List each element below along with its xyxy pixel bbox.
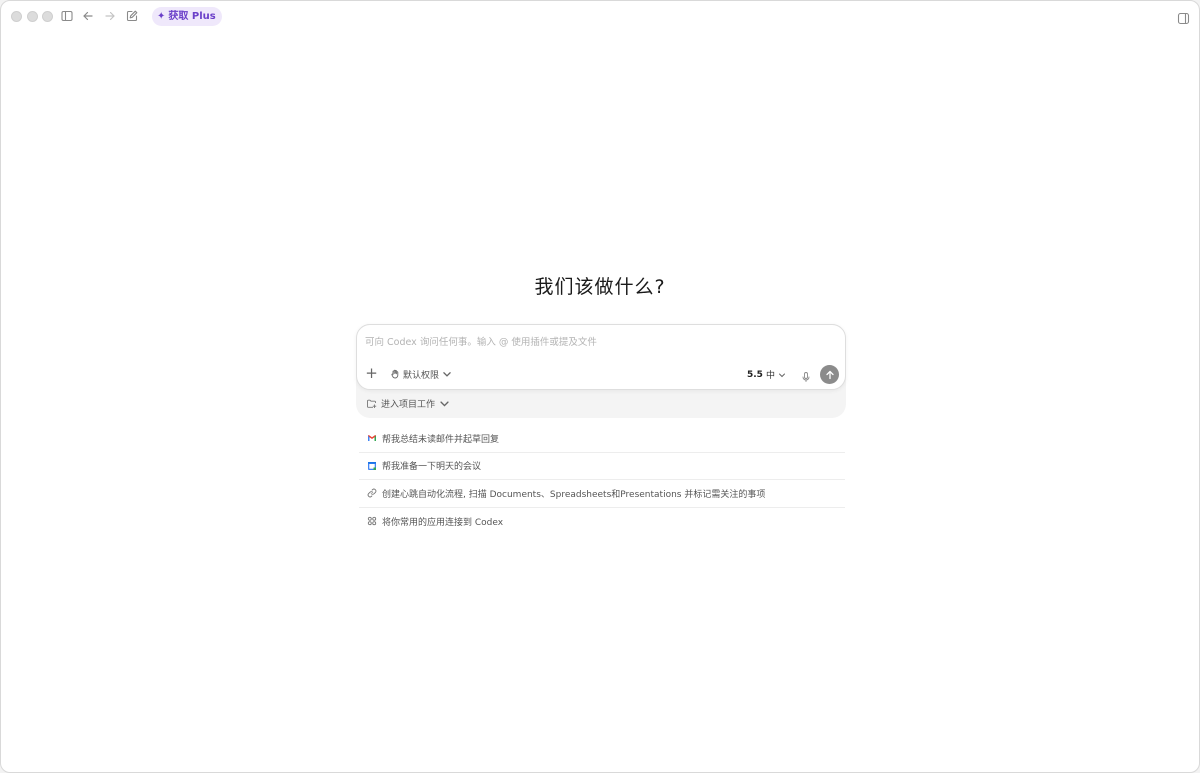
close-window-button[interactable] [11, 11, 22, 22]
suggestion-item[interactable]: 帮我准备一下明天的会议 [359, 453, 845, 480]
suggestion-list: 帮我总结未读邮件并起草回复 帮我准备一下明天的会议 创建心跳自动化流程, 扫描 … [359, 425, 845, 535]
minimize-window-button[interactable] [27, 11, 38, 22]
zoom-window-button[interactable] [42, 11, 53, 22]
suggestion-text: 将你常用的应用连接到 Codex [382, 517, 504, 528]
sidebar-toggle-icon[interactable] [60, 9, 74, 23]
get-plus-button[interactable]: ✦ 获取 Plus [152, 7, 222, 26]
new-chat-icon[interactable] [125, 9, 139, 23]
arrow-up-icon [825, 370, 834, 379]
suggestion-text: 帮我准备一下明天的会议 [382, 462, 482, 473]
link-icon [367, 488, 377, 498]
add-attachment-icon[interactable]: + [365, 366, 378, 381]
chevron-down-icon [443, 372, 451, 377]
forward-arrow-icon[interactable] [103, 9, 117, 23]
suggestion-item[interactable]: 帮我总结未读邮件并起草回复 [359, 425, 845, 453]
chevron-down-icon [778, 373, 785, 377]
send-button[interactable] [820, 365, 839, 384]
app-window: ✦ 获取 Plus 我们该做什么? + 默认权限 5.5 中 [0, 0, 1200, 773]
composer-container: + 默认权限 5.5 中 进入项目工作 [356, 324, 846, 418]
panel-toggle-icon[interactable] [1177, 10, 1190, 25]
composer: + 默认权限 5.5 中 [356, 324, 846, 390]
back-arrow-icon[interactable] [81, 9, 95, 23]
project-label: 进入项目工作 [381, 400, 436, 410]
calendar-icon [367, 461, 377, 471]
suggestion-text: 创建心跳自动化流程, 扫描 Documents、Spreadsheets和Pre… [382, 489, 766, 500]
permissions-label: 默认权限 [403, 370, 440, 381]
suggestion-item[interactable]: 创建心跳自动化流程, 扫描 Documents、Spreadsheets和Pre… [359, 480, 845, 508]
prompt-input[interactable] [365, 334, 835, 350]
model-effort: 中 [765, 371, 775, 381]
apps-icon [367, 516, 377, 526]
page-title: 我们该做什么? [534, 276, 666, 298]
suggestion-text: 帮我总结未读邮件并起草回复 [382, 434, 500, 445]
project-dropdown[interactable]: 进入项目工作 [366, 397, 450, 410]
folder-icon [367, 399, 377, 408]
hand-icon [391, 369, 399, 379]
model-version: 5.5 [747, 369, 763, 380]
model-selector[interactable]: 5.5 中 [747, 368, 786, 381]
gmail-icon [367, 433, 377, 443]
chevron-down-icon [440, 401, 449, 407]
permissions-dropdown[interactable]: 默认权限 [390, 367, 452, 381]
get-plus-label: 获取 Plus [168, 11, 216, 22]
suggestion-item[interactable]: 将你常用的应用连接到 Codex [359, 508, 845, 536]
microphone-icon[interactable] [800, 368, 812, 382]
sparkle-icon: ✦ [157, 11, 166, 22]
